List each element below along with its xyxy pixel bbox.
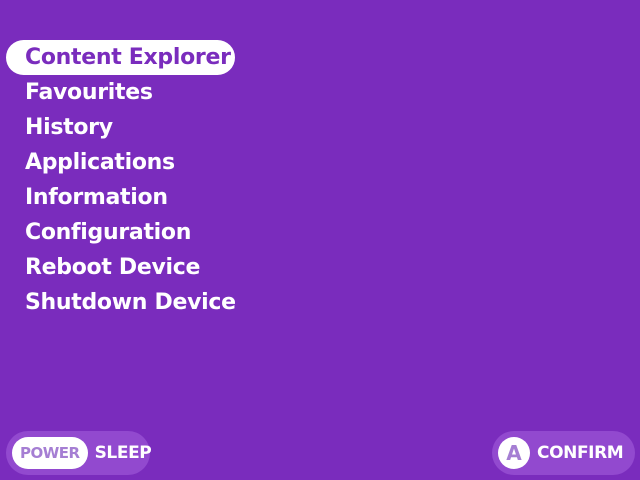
sleep-hint-button[interactable]: POWER SLEEP [6, 431, 152, 475]
menu-item-history[interactable]: History [6, 110, 246, 145]
menu-item-applications[interactable]: Applications [6, 145, 246, 180]
power-key-badge: POWER [12, 437, 88, 469]
menu-item-favourites[interactable]: Favourites [6, 75, 246, 110]
menu-item-content-explorer[interactable]: Content Explorer [6, 40, 235, 75]
sleep-label: SLEEP [94, 443, 152, 463]
menu-item-reboot-device[interactable]: Reboot Device [6, 250, 246, 285]
confirm-label: CONFIRM [537, 443, 624, 463]
menu-item-information[interactable]: Information [6, 180, 246, 215]
main-menu: Content Explorer Favourites History Appl… [6, 40, 246, 320]
menu-item-shutdown-device[interactable]: Shutdown Device [6, 285, 246, 320]
menu-item-configuration[interactable]: Configuration [6, 215, 246, 250]
a-button-icon: A [498, 437, 530, 469]
confirm-hint-button[interactable]: A CONFIRM [492, 431, 635, 475]
